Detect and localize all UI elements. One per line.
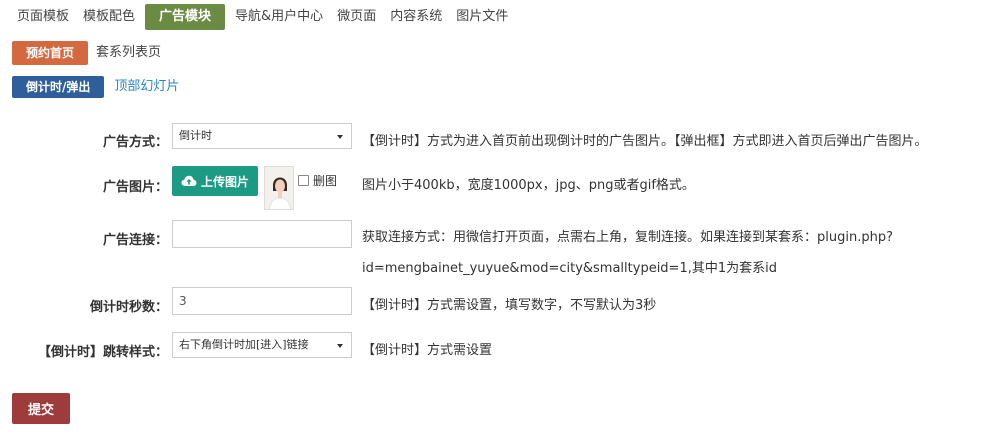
tab-ad-module[interactable]: 广告模块	[145, 4, 226, 30]
upload-image-label: 上传图片	[200, 174, 249, 189]
countdown-seconds-label: 倒计时秒数：	[89, 300, 168, 315]
delete-image-checkbox[interactable]	[298, 175, 309, 186]
ad-image-hint: 图片小于400kb，宽度1000px，jpg、png或者gif格式。	[362, 178, 695, 193]
jump-style-value: 右下角倒计时加[进入]链接	[179, 338, 309, 351]
sub-nav-pages: 预约首页 套系列表页	[12, 41, 169, 65]
jump-style-hint: 【倒计时】方式需设置	[362, 343, 493, 358]
submit-button[interactable]: 提交	[12, 393, 70, 424]
jump-style-select[interactable]: 右下角倒计时加[进入]链接	[172, 332, 352, 358]
ad-mode-value: 倒计时	[179, 129, 212, 142]
countdown-seconds-value: 3	[179, 294, 187, 308]
tab-content-system[interactable]: 内容系统	[383, 4, 449, 30]
tab-package-list[interactable]: 套系列表页	[88, 41, 169, 65]
tab-page-template[interactable]: 页面模板	[10, 4, 76, 30]
ad-mode-hint: 【倒计时】方式为进入首页前出现倒计时的广告图片。【弹出框】方式即进入首页后弹出广…	[362, 134, 928, 149]
sub-nav-ad-types: 倒计时/弹出 顶部幻灯片	[12, 76, 189, 98]
countdown-seconds-input[interactable]: 3	[172, 287, 352, 315]
tab-nav-user-center[interactable]: 导航&用户中心	[228, 4, 330, 30]
ad-link-hint-line1: 获取连接方式：用微信打开页面，点需右上角，复制连接。如果连接到某套系：plugi…	[362, 230, 893, 245]
ad-link-label: 广告连接：	[102, 233, 168, 248]
chevron-down-icon	[337, 135, 343, 139]
ad-link-hint-line2: id=mengbainet_yuyue&mod=city&smalltypeid…	[362, 261, 777, 276]
tab-top-slideshow[interactable]: 顶部幻灯片	[104, 76, 189, 98]
tab-image-files[interactable]: 图片文件	[449, 4, 515, 30]
tab-micro-page[interactable]: 微页面	[330, 4, 383, 30]
delete-image-label: 删图	[313, 174, 338, 188]
ad-image-label: 广告图片：	[102, 180, 168, 195]
countdown-seconds-hint: 【倒计时】方式需设置，填写数字，不写默认为3秒	[362, 298, 657, 313]
cloud-upload-icon	[181, 175, 197, 186]
tab-template-color[interactable]: 模板配色	[76, 4, 142, 30]
top-nav: 页面模板 模板配色 广告模块 导航&用户中心 微页面 内容系统 图片文件	[10, 4, 515, 30]
tab-countdown-popup[interactable]: 倒计时/弹出	[12, 76, 105, 98]
ad-link-input[interactable]	[172, 220, 352, 248]
ad-image-thumbnail	[264, 166, 294, 210]
chevron-down-icon	[337, 344, 343, 348]
ad-mode-select[interactable]: 倒计时	[172, 123, 352, 149]
upload-image-button[interactable]: 上传图片	[172, 166, 258, 196]
jump-style-label: 【倒计时】跳转样式：	[37, 345, 168, 360]
ad-mode-label: 广告方式：	[102, 135, 168, 150]
tab-booking-home[interactable]: 预约首页	[12, 41, 89, 65]
